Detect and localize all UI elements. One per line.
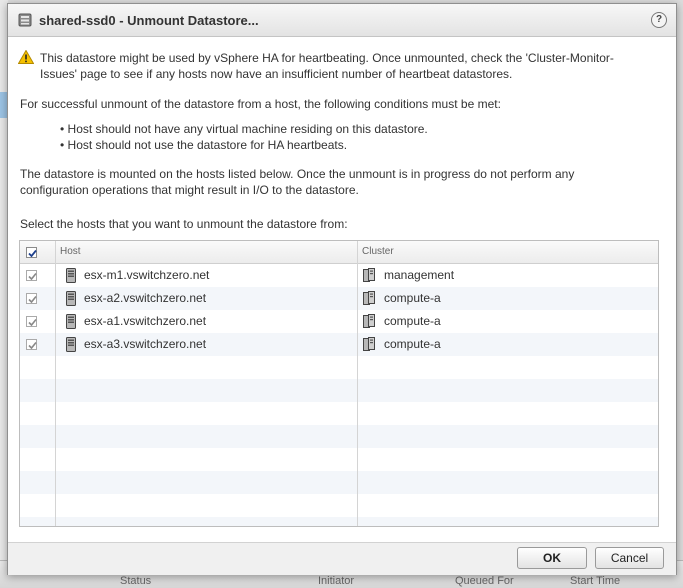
unmount-datastore-dialog: shared-ssd0 - Unmount Datastore... ? Thi… [7,3,677,575]
ok-button[interactable]: OK [517,547,587,569]
checkmark-icon [28,249,37,258]
cluster-name: compute-a [384,337,441,351]
condition-item: • Host should not have any virtual machi… [60,122,428,136]
help-button[interactable]: ? [651,12,667,28]
empty-row [20,402,658,425]
checkmark-icon [28,295,37,304]
empty-row [20,379,658,402]
dialog-footer: OK Cancel [8,542,676,575]
table-row[interactable]: esx-a1.vswitchzero.net compute-a [20,310,658,333]
column-header-host[interactable]: Host [60,246,81,257]
cancel-button[interactable]: Cancel [595,547,664,569]
empty-row [20,471,658,494]
empty-row [20,448,658,471]
hosts-table: Host Cluster esx-m1.vswitchzero.net mana… [19,240,659,527]
cluster-icon [363,337,375,351]
dialog-title: shared-ssd0 - Unmount Datastore... [39,13,259,28]
host-name: esx-a1.vswitchzero.net [84,314,207,328]
cluster-name: compute-a [384,314,441,328]
table-row[interactable]: esx-a2.vswitchzero.net compute-a [20,287,658,310]
host-name: esx-m1.vswitchzero.net [84,268,210,282]
host-icon [66,337,76,352]
checkmark-icon [28,341,37,350]
host-icon [66,291,76,306]
condition-item: • Host should not use the datastore for … [60,138,348,152]
table-header: Host Cluster [20,241,658,264]
column-divider[interactable] [357,241,358,526]
empty-row [20,425,658,448]
checkmark-icon [28,318,37,327]
datastore-icon [18,13,32,27]
row-checkbox[interactable] [26,316,37,327]
select-all-checkbox[interactable] [26,247,37,258]
row-checkbox[interactable] [26,270,37,281]
cluster-icon [363,268,375,282]
host-icon [66,268,76,283]
mounted-note: The datastore is mounted on the hosts li… [20,167,575,197]
host-icon [66,314,76,329]
conditions-intro: For successful unmount of the datastore … [20,97,501,111]
cluster-icon [363,291,375,305]
cluster-icon [363,314,375,328]
empty-row [20,494,658,517]
bg-column-start-time: Start Time [570,575,621,587]
cluster-name: management [384,268,455,282]
heartbeat-warning: This datastore might be used by vSphere … [40,51,614,81]
cluster-name: compute-a [384,291,441,305]
host-name: esx-a2.vswitchzero.net [84,291,207,305]
row-checkbox[interactable] [26,293,37,304]
table-row[interactable]: esx-m1.vswitchzero.net management [20,264,658,287]
empty-row [20,356,658,379]
empty-row [20,517,658,526]
warning-icon [18,50,34,64]
select-prompt: Select the hosts that you want to unmoun… [20,217,348,231]
table-row[interactable]: esx-a3.vswitchzero.net compute-a [20,333,658,356]
row-checkbox[interactable] [26,339,37,350]
bg-column-initiator: Initiator [318,575,355,587]
bg-column-queued: Queued For [455,575,514,587]
checkmark-icon [28,272,37,281]
dialog-titlebar[interactable]: shared-ssd0 - Unmount Datastore... ? [8,4,676,37]
host-name: esx-a3.vswitchzero.net [84,337,207,351]
column-divider [55,241,56,526]
column-header-cluster[interactable]: Cluster [362,246,394,257]
bg-column-status: Status [120,575,152,587]
